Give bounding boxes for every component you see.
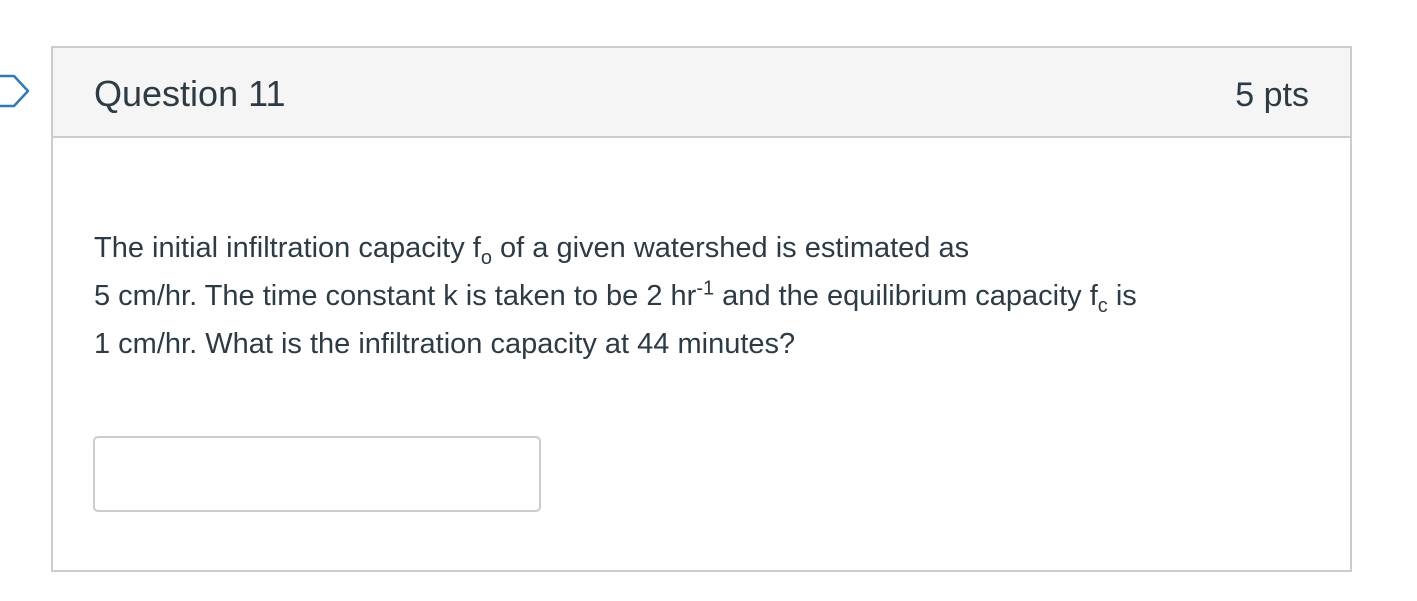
- question-points: 5 pts: [1235, 76, 1309, 114]
- question-text-segment: 5 cm/hr. The time constant k is taken to…: [94, 280, 697, 312]
- quiz-page: Question 11 5 pts The initial infiltrati…: [0, 0, 1417, 601]
- subscript-c: c: [1097, 294, 1108, 317]
- question-card: Question 11 5 pts The initial infiltrati…: [51, 46, 1352, 572]
- question-title: Question 11: [94, 73, 286, 114]
- question-text-segment: is: [1107, 280, 1137, 312]
- question-text-segment: The initial infiltration capacity f: [94, 232, 481, 264]
- question-text-segment: of a given watershed is estimated as: [491, 232, 970, 264]
- answer-input[interactable]: [93, 436, 541, 512]
- subscript-o: o: [480, 246, 492, 269]
- question-text-segment: and the equilibrium capacity f: [714, 280, 1098, 312]
- question-text-segment: 1 cm/hr. What is the infiltration capaci…: [94, 328, 796, 360]
- superscript-exponent: -1: [696, 277, 715, 300]
- question-flag-icon[interactable]: [0, 74, 32, 108]
- question-header: Question 11 5 pts: [53, 48, 1350, 138]
- question-text: The initial infiltration capacity fo of …: [94, 224, 1294, 368]
